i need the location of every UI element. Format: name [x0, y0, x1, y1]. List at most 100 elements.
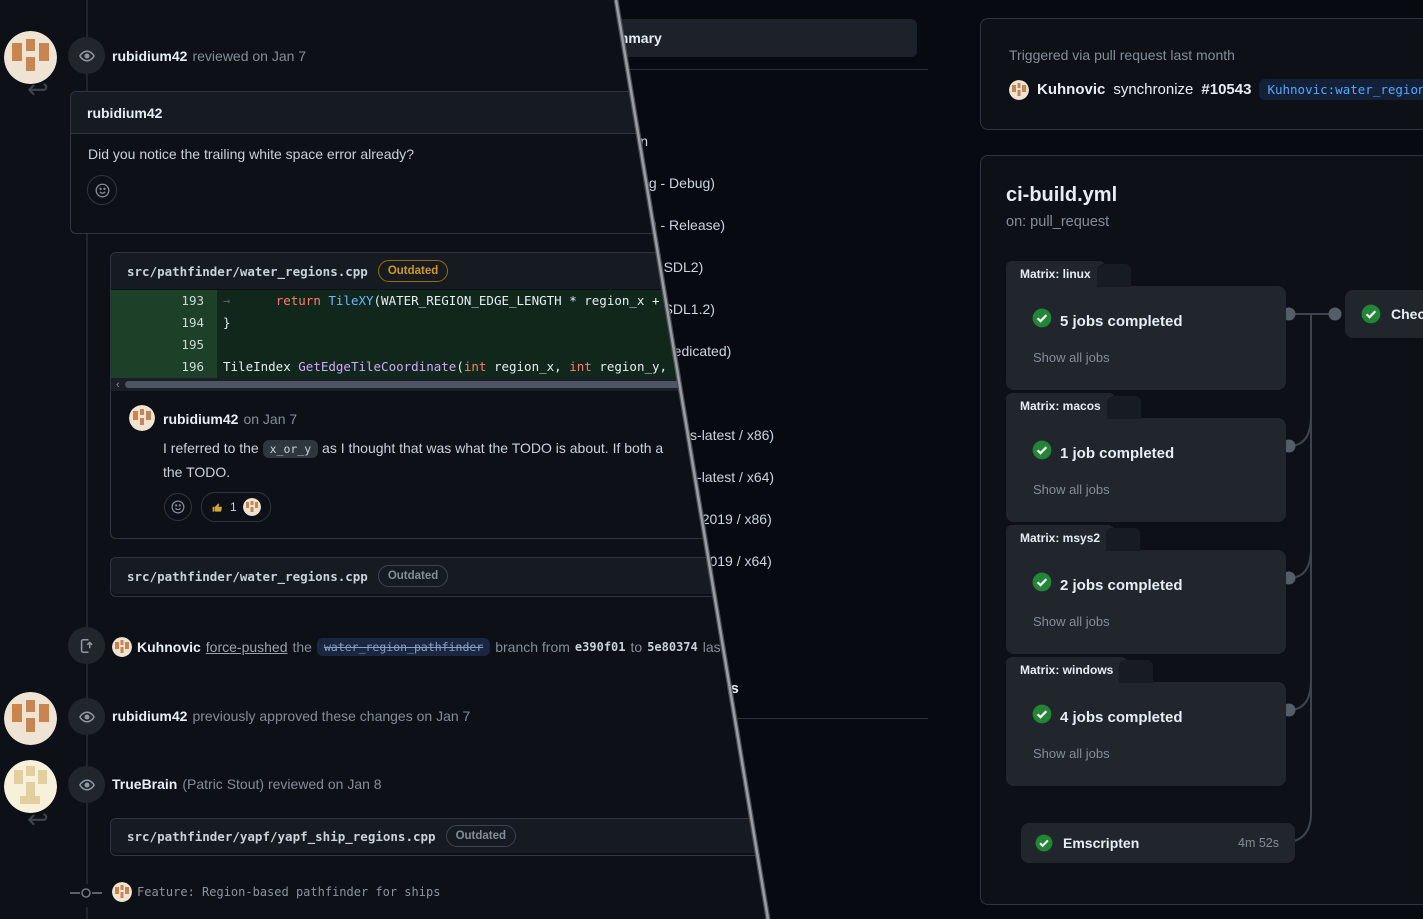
commit-sha-link[interactable]: 5e80374 [647, 640, 698, 654]
reply-arrow-icon: ↩ [27, 806, 49, 832]
file-path[interactable]: src/pathfinder/yapf/yapf_ship_regions.cp… [127, 829, 436, 844]
commit-icon [70, 884, 102, 907]
code-line: → return TileXY(WATER_REGION_EDGE_LENGTH… [217, 290, 667, 312]
code-line [217, 334, 223, 356]
matrix-tab: Matrix: windows [1006, 657, 1127, 683]
add-reaction-button[interactable] [164, 493, 192, 521]
event-type: synchronize [1113, 81, 1193, 98]
file-path[interactable]: src/pathfinder/water_regions.cpp [127, 264, 368, 279]
thumbs-up-reaction-pill[interactable]: 1 [201, 492, 271, 522]
check-circle-icon [1032, 704, 1052, 724]
avatar[interactable] [1009, 80, 1029, 100]
avatar[interactable] [112, 882, 132, 902]
thread-comment-meta: rubidium42 on Jan 7 [163, 411, 297, 427]
matrix-card-body[interactable]: 1 job completed Show all jobs [1006, 418, 1286, 522]
review-author[interactable]: TrueBrain [112, 776, 177, 792]
check-circle-icon [1032, 308, 1052, 328]
add-reaction-button[interactable] [87, 175, 117, 205]
github-pr-composite: ↩ ↩ rubidium42 reviewed on Jan 7 rubidiu… [0, 0, 1423, 919]
line-number: 193 [111, 290, 217, 312]
check-circle-icon [1361, 304, 1381, 324]
trigger-description: Triggered via pull request last month [1009, 47, 1235, 63]
matrix-card-body[interactable]: 2 jobs completed Show all jobs [1006, 550, 1286, 654]
outdated-badge: Outdated [378, 260, 448, 281]
show-all-jobs-link[interactable]: Show all jobs [1033, 350, 1110, 365]
check-circle-icon [1032, 572, 1052, 592]
matrix-card-body[interactable]: 4 jobs completed Show all jobs [1006, 682, 1286, 786]
code-line: } [217, 312, 231, 334]
actor[interactable]: Kuhnovic [137, 639, 201, 655]
job-name: Emscripten [1063, 835, 1139, 851]
comment-author[interactable]: rubidium42 [87, 105, 162, 121]
outdated-badge: Outdated [378, 565, 448, 586]
review-event: TrueBrain (Patric Stout) reviewed on Jan… [112, 776, 382, 792]
reaction-count: 1 [230, 500, 237, 514]
matrix-status: 2 jobs completed [1060, 577, 1183, 594]
review-author[interactable]: rubidium42 [112, 48, 187, 64]
review-event: rubidium42 reviewed on Jan 7 [112, 48, 306, 64]
workflow-trigger: on: pull_request [1006, 214, 1109, 230]
job-duration: 4m 52s [1238, 836, 1279, 850]
commit-event: Feature: Region-based pathfinder for shi… [112, 882, 440, 902]
thread-comment-body: I referred to the x_or_y as I thought th… [163, 440, 663, 456]
eye-icon [68, 766, 105, 803]
sidebar-item-summary[interactable]: Summary [578, 19, 917, 57]
matrix-group-linux[interactable]: Matrix: linux 5 jobs completed Show all … [1006, 261, 1286, 390]
trigger-actor-row: Kuhnovic synchronize #10543 Kuhnovic:wat… [1009, 79, 1423, 100]
show-all-jobs-link[interactable]: Show all jobs [1033, 482, 1110, 497]
matrix-status: 1 job completed [1060, 445, 1174, 462]
head-ref-label: Kuhnovic:water_region_pathfinder [1259, 79, 1423, 100]
collapsed-thread-card: src/pathfinder/yapf/yapf_ship_regions.cp… [110, 818, 772, 856]
outdated-badge: Outdated [446, 825, 516, 846]
avatar[interactable] [129, 405, 155, 431]
scroll-left-arrow[interactable]: ‹ [111, 379, 125, 391]
avatar[interactable] [112, 637, 132, 657]
avatar[interactable] [4, 692, 57, 745]
diff-marker: → [223, 293, 231, 308]
check-circle-icon [1032, 440, 1052, 460]
eye-icon [68, 698, 105, 735]
matrix-status: 4 jobs completed [1060, 709, 1183, 726]
collapsed-thread-card: src/pathfinder/water_regions.cpp Outdate… [110, 557, 732, 597]
line-number: 196 [111, 356, 217, 378]
approved-meta: previously approved these changes on Jan… [192, 708, 470, 724]
reply-arrow-icon: ↩ [27, 76, 49, 102]
matrix-group-msys2[interactable]: Matrix: msys2 2 jobs completed Show all … [1006, 525, 1286, 654]
job-node-emscripten[interactable]: Emscripten 4m 52s [1021, 823, 1295, 863]
show-all-jobs-link[interactable]: Show all jobs [1033, 746, 1110, 761]
code-line: TileIndex GetEdgeTileCoordinate(int regi… [217, 356, 690, 378]
trigger-info-panel: Triggered via pull request last month Ku… [980, 18, 1423, 130]
file-header[interactable]: src/pathfinder/water_regions.cpp Outdate… [111, 558, 731, 594]
review-author[interactable]: rubidium42 [112, 708, 187, 724]
pr-number[interactable]: #10543 [1201, 81, 1251, 98]
review-meta: (Patric Stout) reviewed on Jan 8 [182, 776, 381, 792]
file-header[interactable]: src/pathfinder/yapf/yapf_ship_regions.cp… [111, 819, 771, 853]
file-path[interactable]: src/pathfinder/water_regions.cpp [127, 569, 368, 584]
force-pushed-label: force-pushed [206, 639, 288, 655]
show-all-jobs-link[interactable]: Show all jobs [1033, 614, 1110, 629]
job-name: Check Annotations [1391, 306, 1423, 322]
reactor-avatar [243, 498, 261, 516]
check-circle-icon [1035, 834, 1053, 852]
workflow-graph-panel: ci-build.yml on: pull_request [980, 155, 1423, 905]
matrix-card-body[interactable]: 5 jobs completed Show all jobs [1006, 286, 1286, 390]
commit-message[interactable]: Feature: Region-based pathfinder for shi… [137, 885, 440, 899]
job-node-check-annotations[interactable]: Check Annotations [1345, 290, 1423, 338]
force-push-event: Kuhnovic force-pushed the water_region_p… [112, 637, 767, 657]
thumbs-up-icon [211, 501, 224, 514]
comment-date: on Jan 7 [243, 411, 297, 427]
actor-login[interactable]: Kuhnovic [1037, 81, 1105, 98]
eye-icon [68, 37, 105, 74]
line-number: 194 [111, 312, 217, 334]
inline-code-chip: x_or_y [263, 440, 319, 458]
matrix-group-macos[interactable]: Matrix: macos 1 job completed Show all j… [1006, 393, 1286, 522]
comment-body: Did you notice the trailing white space … [88, 146, 414, 162]
matrix-tab: Matrix: msys2 [1006, 525, 1114, 551]
comment-author[interactable]: rubidium42 [163, 411, 238, 427]
review-meta: reviewed on Jan 7 [192, 48, 306, 64]
matrix-group-windows[interactable]: Matrix: windows 4 jobs completed Show al… [1006, 657, 1286, 786]
thread-comment-body-line2: the TODO. [163, 464, 230, 480]
commit-sha-link[interactable]: e390f01 [575, 640, 626, 654]
force-push-icon [68, 627, 105, 664]
approved-event: rubidium42 previously approved these cha… [112, 708, 470, 724]
